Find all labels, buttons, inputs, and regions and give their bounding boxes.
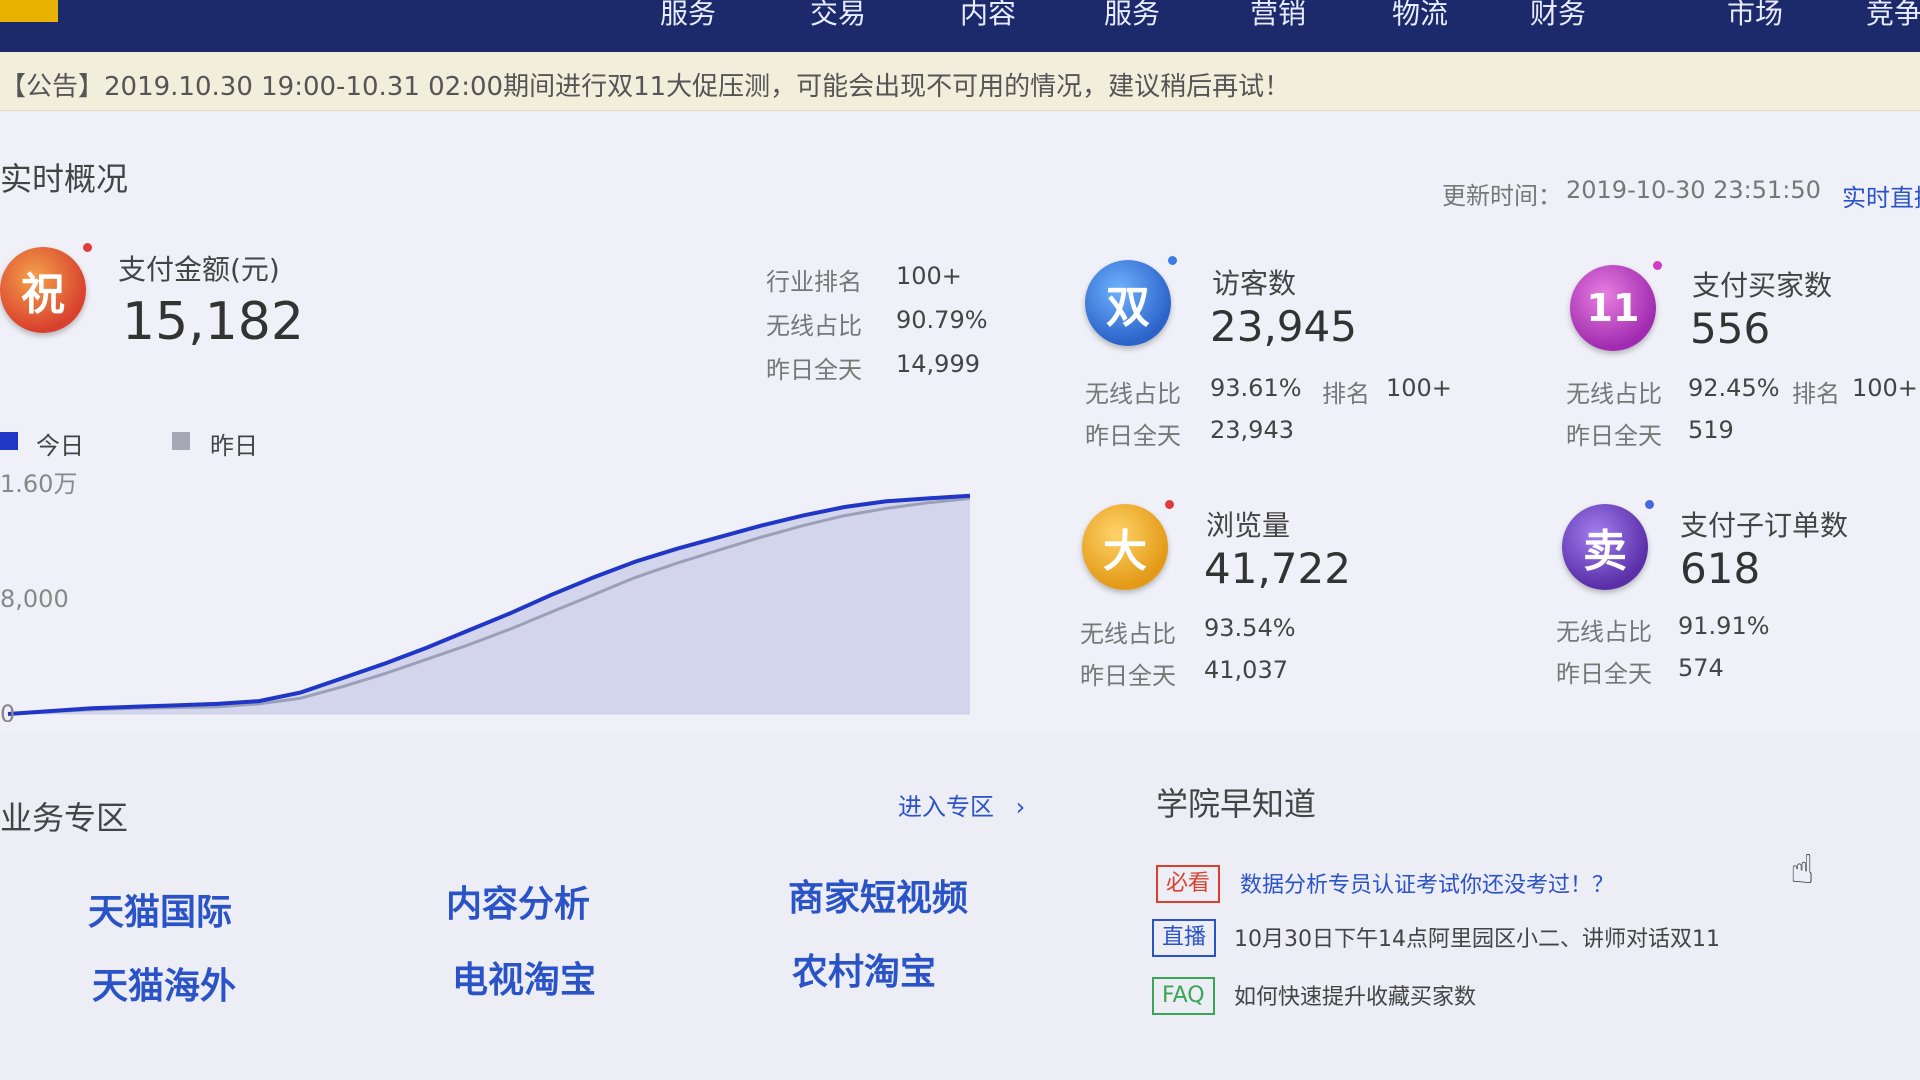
shuang-badge-icon: 双 [1085, 256, 1177, 346]
visitors-wireless-label: 无线占比 [1085, 380, 1181, 408]
pay-amount-chart: 1.60万8,0000 0003060912151823 [0, 472, 971, 722]
zone-link-tmall-intl[interactable]: 天猫国际 [88, 883, 232, 935]
badge-glyph: 11 [1586, 286, 1640, 330]
suborders-yesterday-label: 昨日全天 [1556, 660, 1652, 688]
mai-badge-icon: 卖 [1562, 500, 1654, 590]
badge-dot [1168, 256, 1177, 265]
notice-bar: 【公告】2019.10.30 19:00-10.31 02:00期间进行双11大… [0, 52, 1920, 111]
pay-wireless-label: 无线占比 [766, 312, 862, 340]
tag-live: 直播 [1152, 919, 1217, 957]
suborders-label: 支付子订单数 [1680, 509, 1849, 542]
buyers-wireless-value: 92.45% [1688, 374, 1780, 402]
academy-item-link[interactable]: 如何快速提升收藏买家数 [1234, 979, 1476, 1011]
buyers-rank-value: 100+ [1852, 374, 1918, 402]
zone-link-tv-taobao[interactable]: 电视淘宝 [452, 951, 596, 1003]
brand-mark [0, 0, 58, 22]
visitors-yesterday-label: 昨日全天 [1085, 422, 1181, 450]
y-tick-label: 1.60万 [0, 472, 77, 498]
suborders-wireless-value: 91.91% [1678, 612, 1770, 640]
zone-link-rural-taobao[interactable]: 农村淘宝 [792, 943, 936, 995]
legend-yesterday-swatch [172, 432, 190, 450]
enter-zone-link[interactable]: 进入专区 › [898, 787, 1025, 822]
pageviews-wireless-label: 无线占比 [1080, 620, 1176, 648]
business-title: 业务专区 [0, 799, 129, 837]
nav-item[interactable]: 营销 [1250, 0, 1306, 28]
zone-link-short-video[interactable]: 商家短视频 [788, 869, 968, 921]
buyers-label: 支付买家数 [1692, 269, 1833, 302]
academy-title: 学院早知道 [1156, 785, 1317, 823]
pay-amount-value: 15,182 [122, 292, 304, 352]
zone-link-tmall-overseas[interactable]: 天猫海外 [92, 957, 236, 1009]
pageviews-yesterday-label: 昨日全天 [1080, 662, 1176, 690]
notice-text: 【公告】2019.10.30 19:00-10.31 02:00期间进行双11大… [0, 72, 1291, 102]
zone-link-content-analysis[interactable]: 内容分析 [446, 875, 590, 927]
badge-dot [83, 243, 92, 252]
lower-section: 业务专区 进入专区 › 天猫国际 内容分析 商家短视频 天猫海外 电视淘宝 农村… [0, 735, 1920, 1080]
nav-item[interactable]: 物流 [1392, 0, 1448, 28]
visitors-rank-value: 100+ [1386, 374, 1452, 402]
academy-item-link[interactable]: 10月30日下午14点阿里园区小二、讲师对话双11 [1234, 921, 1720, 953]
top-nav: 服务 交易 内容 服务 营销 物流 财务 市场 竞争 [0, 0, 1920, 52]
realtime-panel: 实时概况 更新时间： 2019-10-30 23:51:50 实时直播 祝 支付… [0, 112, 1920, 732]
update-label: 更新时间： [1442, 182, 1562, 210]
badge-glyph: 卖 [1583, 526, 1627, 577]
pageviews-label: 浏览量 [1206, 509, 1291, 542]
pay-yesterday-label: 昨日全天 [766, 356, 862, 384]
nav-item[interactable]: 服务 [660, 0, 716, 28]
realtime-title: 实时概况 [0, 160, 129, 198]
suborders-yesterday-value: 574 [1678, 654, 1724, 682]
nav-item[interactable]: 财务 [1530, 0, 1586, 28]
buyers-rank-label: 排名 [1792, 380, 1840, 408]
buyers-yesterday-value: 519 [1688, 416, 1734, 444]
badge-dot [1653, 261, 1662, 270]
badge-dot [1165, 500, 1174, 509]
tag-must-read: 必看 [1156, 865, 1221, 903]
series-today-area [8, 495, 970, 714]
pageviews-yesterday-value: 41,037 [1204, 656, 1288, 684]
visitors-label: 访客数 [1212, 267, 1297, 300]
y-tick-label: 8,000 [0, 585, 69, 613]
buyers-wireless-label: 无线占比 [1566, 380, 1662, 408]
suborders-wireless-label: 无线占比 [1556, 618, 1652, 646]
chevron-right-icon: › [1015, 793, 1026, 821]
nav-item[interactable]: 内容 [960, 0, 1016, 28]
visitors-wireless-value: 93.61% [1210, 374, 1302, 402]
pay-amount-label: 支付金额(元) [118, 253, 280, 286]
update-time: 2019-10-30 23:51:50 [1566, 176, 1821, 204]
badge-glyph: 大 [1103, 526, 1147, 577]
double11-badge-icon: 11 [1570, 261, 1662, 351]
pay-rank-value: 100+ [896, 262, 962, 290]
visitors-yesterday-value: 23,943 [1210, 416, 1294, 444]
y-axis-ticks: 1.60万 8,000 0 [0, 472, 77, 722]
pageviews-wireless-value: 93.54% [1204, 614, 1296, 642]
badge-glyph: 双 [1106, 282, 1150, 333]
live-link[interactable]: 实时直播 [1842, 178, 1920, 213]
suborders-value: 618 [1680, 544, 1761, 593]
nav-item[interactable]: 竞争 [1866, 0, 1920, 28]
badge-glyph: 祝 [21, 269, 65, 320]
da-badge-icon: 大 [1082, 500, 1174, 590]
festival-badge-icon: 祝 [0, 243, 92, 333]
buyers-value: 556 [1690, 304, 1771, 353]
pay-rank-label: 行业排名 [766, 268, 862, 296]
pageviews-value: 41,722 [1204, 544, 1351, 593]
enter-zone-text: 进入专区 [898, 793, 994, 821]
nav-item[interactable]: 服务 [1104, 0, 1160, 28]
legend-today-swatch [0, 432, 18, 450]
pay-yesterday-value: 14,999 [896, 350, 980, 378]
hand-cursor-icon: ☝ [1790, 847, 1815, 893]
buyers-yesterday-label: 昨日全天 [1566, 422, 1662, 450]
tag-faq: FAQ [1152, 977, 1215, 1015]
academy-item-link[interactable]: 数据分析专员认证考试你还没考过！？ [1240, 867, 1614, 899]
pay-wireless-value: 90.79% [896, 306, 988, 334]
visitors-value: 23,945 [1210, 302, 1357, 351]
nav-item[interactable]: 市场 [1727, 0, 1783, 28]
y-tick-label: 0 [0, 700, 15, 722]
legend-today[interactable]: 今日 [36, 426, 84, 461]
nav-item[interactable]: 交易 [810, 0, 866, 28]
legend-yesterday[interactable]: 昨日 [210, 426, 258, 461]
badge-dot [1645, 500, 1654, 509]
visitors-rank-label: 排名 [1322, 380, 1370, 408]
